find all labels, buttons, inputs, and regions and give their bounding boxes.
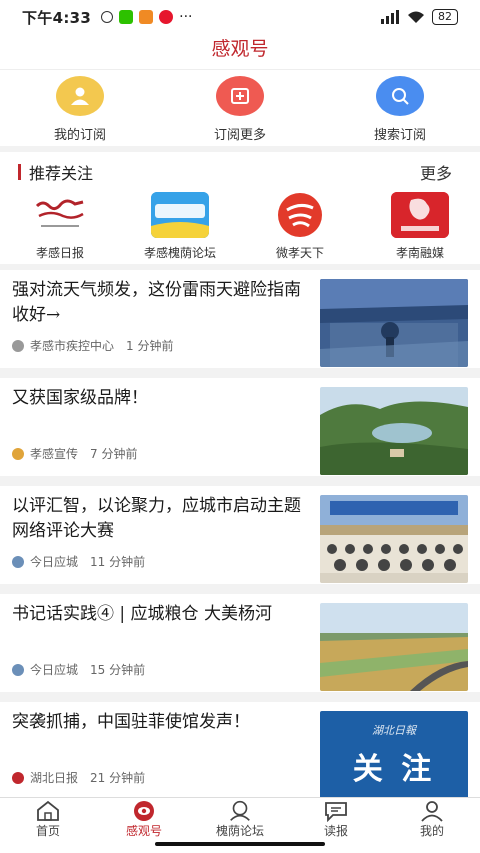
news-item[interactable]: 书记话实践④ | 应城粮仓 大美杨河 今日应城 15 分钟前 [0, 594, 480, 692]
section-marker [18, 164, 21, 180]
tab-profile[interactable]: 我的 [384, 798, 480, 853]
source-icon [12, 447, 24, 460]
recommend-item-huaiyin-forum[interactable]: 孝感槐荫论坛 [120, 192, 240, 261]
source-icon [12, 339, 24, 352]
recommend-label: 微孝天下 [275, 246, 324, 260]
recommend-item-weixiao[interactable]: 微孝天下 [240, 192, 360, 261]
search-icon [376, 76, 424, 116]
wifi-icon [408, 11, 424, 23]
news-thumbnail [320, 387, 468, 475]
forum-icon [227, 800, 253, 822]
news-thumbnail [320, 603, 468, 691]
news-thumbnail [320, 279, 468, 367]
news-time: 1 分钟前 [126, 339, 174, 353]
news-time: 21 分钟前 [90, 771, 146, 785]
news-time: 7 分钟前 [90, 447, 138, 461]
app-icon [139, 10, 154, 24]
recommend-label: 孝感日报 [35, 246, 84, 260]
tab-label: 槐荫论坛 [215, 824, 264, 838]
xiaogan-daily-logo [31, 192, 89, 238]
search-subscriptions-button[interactable]: 搜索订阅 [320, 70, 480, 146]
recommended-section: 推荐关注 更多 孝感日报 孝感槐荫论坛 微孝天下 孝南融媒 [0, 152, 480, 264]
news-source: 湖北日报 [30, 771, 79, 785]
status-bar: 下午4:33 ··· 82 [0, 0, 480, 34]
news-source: 今日应城 [30, 663, 79, 677]
weibo-icon [159, 10, 174, 24]
news-title: 强对流天气频发，这份雷雨天避险指南收好→ [12, 280, 301, 325]
news-title: 突袭抓捕，中国驻菲使馆发声！ [12, 712, 250, 732]
recommend-item-xiaonan-media[interactable]: 孝南融媒 [360, 192, 480, 261]
user-icon [56, 76, 104, 116]
wechat-icon [119, 10, 134, 24]
more-dots-icon: ··· [179, 9, 193, 25]
status-notification-icons: ··· [101, 9, 192, 25]
news-time: 15 分钟前 [90, 663, 146, 677]
action-label: 搜索订阅 [373, 128, 426, 143]
section-title: 推荐关注 [29, 164, 94, 183]
subscribe-more-button[interactable]: 订阅更多 [160, 70, 320, 146]
page-title: 感观号 [0, 34, 480, 70]
news-item[interactable]: 突袭抓捕，中国驻菲使馆发声！ 湖北日报 21 分钟前 湖北日報 关 注 [0, 702, 480, 800]
tab-label: 读报 [323, 824, 348, 838]
news-source: 孝感宣传 [30, 447, 79, 461]
chat-icon [323, 800, 349, 822]
tab-label: 首页 [35, 824, 60, 838]
source-icon [12, 771, 24, 784]
thumb-headline-text: 关 注 [352, 752, 436, 787]
recommend-item-xiaogan-daily[interactable]: 孝感日报 [0, 192, 120, 261]
news-title: 书记话实践④ | 应城粮仓 大美杨河 [12, 604, 272, 624]
source-icon [12, 663, 24, 676]
tab-label: 感观号 [125, 824, 162, 838]
source-icon [12, 555, 24, 568]
action-label: 订阅更多 [213, 128, 266, 143]
weixiao-logo [271, 192, 329, 238]
more-link[interactable]: 更多 [420, 160, 452, 184]
news-thumbnail [320, 495, 468, 583]
mute-icon [101, 11, 114, 23]
news-time: 11 分钟前 [90, 555, 146, 569]
recommend-label: 孝南融媒 [395, 246, 444, 260]
status-time: 下午4:33 [22, 8, 92, 27]
profile-icon [419, 800, 445, 822]
home-indicator [155, 842, 325, 846]
news-title: 以评汇智，以论聚力，应城市启动主题网络评论大赛 [12, 496, 301, 541]
add-subscription-icon [216, 76, 264, 116]
news-title: 又获国家级品牌！ [12, 388, 148, 408]
tab-home[interactable]: 首页 [0, 798, 96, 853]
thumb-brand-text: 湖北日報 [372, 724, 416, 737]
home-icon [35, 800, 61, 822]
signal-icon [381, 10, 399, 24]
tab-label: 我的 [419, 824, 444, 838]
news-item[interactable]: 又获国家级品牌！ 孝感宣传 7 分钟前 [0, 378, 480, 476]
huaiyin-forum-logo [151, 192, 209, 238]
news-source: 今日应城 [30, 555, 79, 569]
news-source: 孝感市疾控中心 [30, 339, 115, 353]
my-subscriptions-button[interactable]: 我的订阅 [0, 70, 160, 146]
news-item[interactable]: 以评汇智，以论聚力，应城市启动主题网络评论大赛 今日应城 11 分钟前 [0, 486, 480, 584]
recommend-label: 孝感槐荫论坛 [143, 246, 216, 260]
eye-icon [131, 800, 157, 822]
action-label: 我的订阅 [53, 128, 106, 143]
news-item[interactable]: 强对流天气频发，这份雷雨天避险指南收好→ 孝感市疾控中心 1 分钟前 [0, 270, 480, 368]
battery-icon: 82 [432, 9, 458, 25]
subscription-actions: 我的订阅 订阅更多 搜索订阅 [0, 70, 480, 146]
news-thumbnail: 湖北日報 关 注 [320, 711, 468, 799]
xiaonan-media-logo [391, 192, 449, 238]
